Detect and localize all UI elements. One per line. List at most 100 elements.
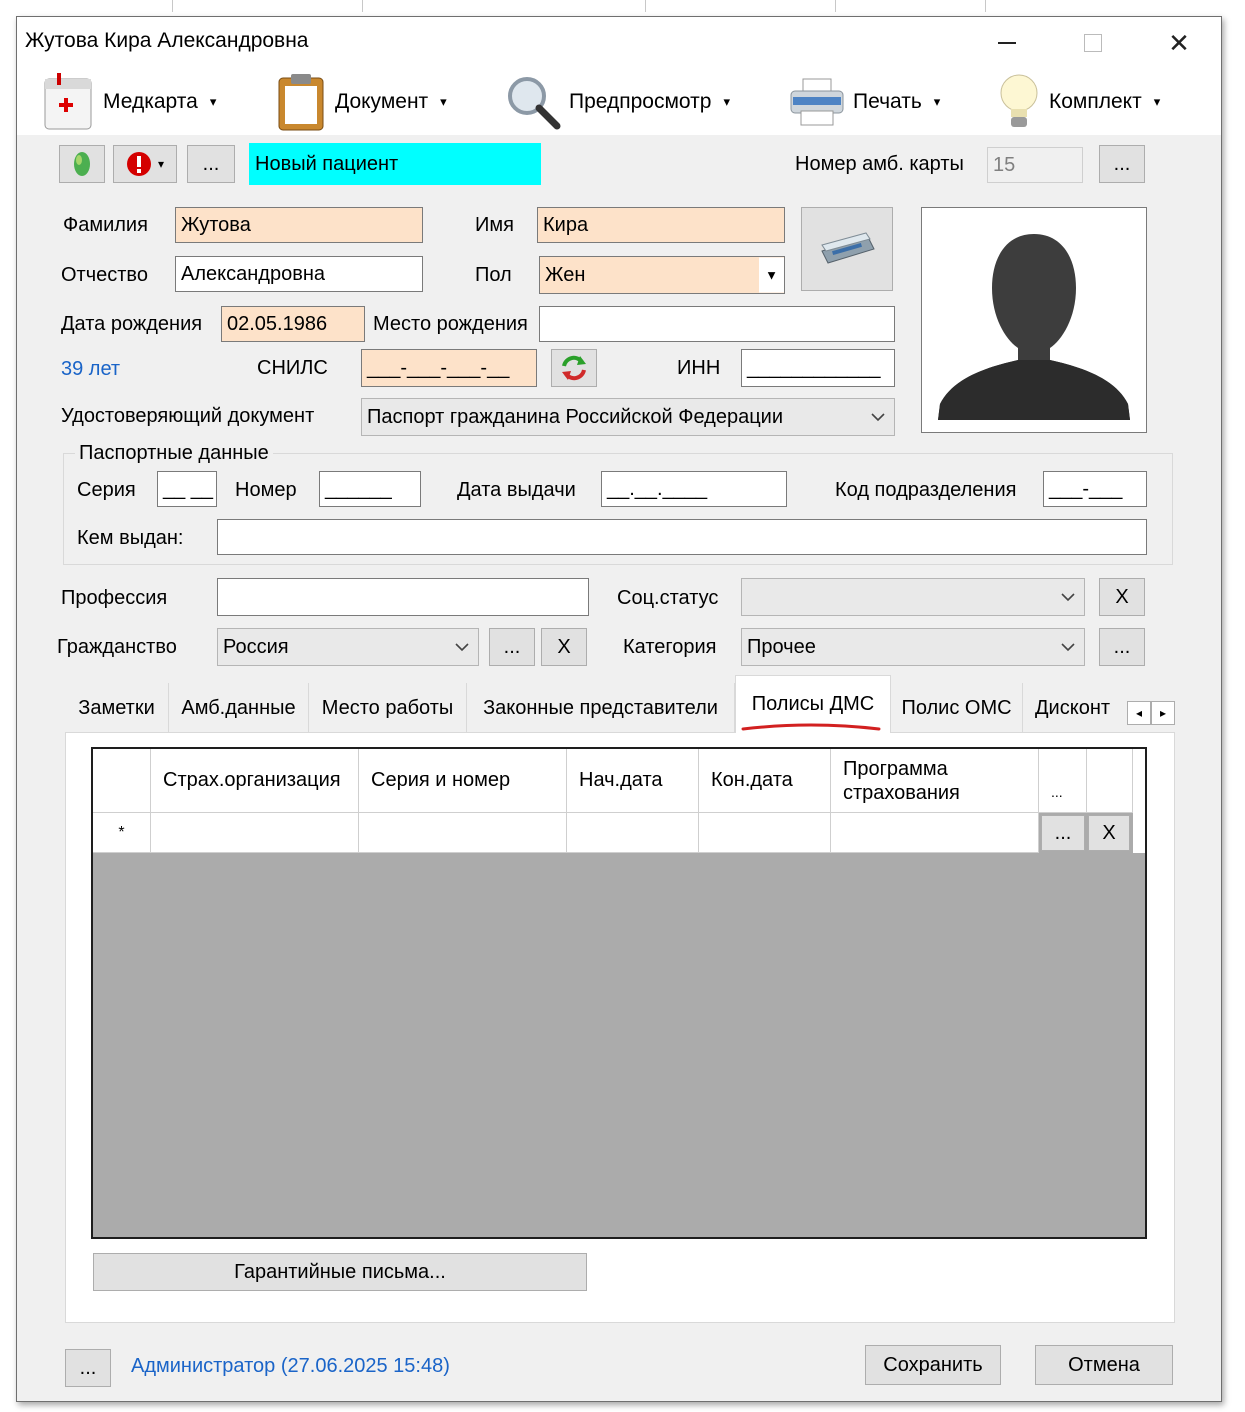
patient-card-window: Жутова Кира Александровна ✕ Медкарта ▾ Д… — [16, 16, 1222, 1402]
passport-series-label: Серия — [77, 479, 136, 501]
close-icon: ✕ — [1168, 27, 1190, 58]
passport-series-field[interactable]: __ __ — [157, 471, 217, 507]
alert-icon — [126, 152, 151, 176]
category-value: Прочее — [747, 635, 816, 658]
user-stamp: Администратор (27.06.2025 15:48) — [131, 1355, 450, 1377]
passport-group-label: Паспортные данные — [75, 442, 273, 465]
tab-scroll-left-button[interactable]: ◂ — [1127, 701, 1151, 725]
category-select[interactable]: Прочее — [741, 628, 1085, 666]
status-field: Новый пациент — [249, 143, 541, 185]
citizenship-ellipsis-button[interactable]: ... — [489, 628, 535, 666]
chevron-down-icon: ▾ — [723, 94, 730, 109]
column-header-start-date[interactable]: Нач.дата — [567, 749, 699, 813]
lastname-field[interactable]: Жутова — [175, 207, 423, 243]
card-number-field[interactable]: 15 — [987, 147, 1083, 183]
social-status-label: Соц.статус — [617, 587, 719, 609]
new-row-program-cell[interactable] — [831, 813, 1039, 853]
column-header-insurance-program[interactable]: Программа страхования — [831, 749, 1039, 813]
dept-code-field[interactable]: ___-___ — [1043, 471, 1147, 507]
print-menu-button[interactable]: Печать ▾ — [789, 69, 940, 135]
chevron-down-icon: ▾ — [440, 94, 447, 109]
new-row-marker[interactable]: * — [93, 813, 151, 853]
profession-field[interactable] — [217, 578, 589, 616]
leaf-icon — [74, 152, 90, 176]
citizenship-label: Гражданство — [57, 636, 177, 658]
guarantee-letters-button[interactable]: Гарантийные письма... — [93, 1253, 587, 1291]
birthdate-field[interactable]: 02.05.1986 — [221, 306, 365, 342]
citizenship-clear-button[interactable]: X — [541, 628, 587, 666]
tab-notes[interactable]: Заметки — [65, 683, 169, 733]
new-row-series-number-cell[interactable] — [359, 813, 567, 853]
tab-legal-representatives[interactable]: Законные представители — [467, 683, 735, 733]
refresh-icon — [562, 355, 586, 381]
scanner-icon — [821, 232, 875, 264]
citizenship-select[interactable]: Россия — [217, 628, 479, 666]
preview-menu-button[interactable]: Предпросмотр ▾ — [505, 69, 730, 135]
tab-workplace[interactable]: Место работы — [309, 683, 467, 733]
dept-code-label: Код подразделения — [835, 479, 1017, 501]
profession-label: Профессия — [61, 587, 168, 609]
firstname-label: Имя — [475, 214, 514, 236]
social-status-clear-button[interactable]: X — [1099, 578, 1145, 616]
new-row-start-date-cell[interactable] — [567, 813, 699, 853]
medcard-menu-button[interactable]: Медкарта ▾ — [43, 69, 216, 135]
medcard-icon — [44, 73, 92, 130]
window-title: Жутова Кира Александровна — [25, 29, 309, 52]
snils-field[interactable]: ___-___-___-__ — [361, 349, 537, 387]
tab-discount[interactable]: Дисконт — [1023, 683, 1129, 733]
close-button[interactable]: ✕ — [1159, 25, 1199, 61]
scan-document-button[interactable] — [801, 207, 893, 291]
alert-dropdown-button[interactable]: ▾ — [113, 145, 177, 183]
issue-date-field[interactable]: __.__.____ — [601, 471, 787, 507]
firstname-field[interactable]: Кира — [537, 207, 785, 243]
cancel-button[interactable]: Отмена — [1035, 1345, 1173, 1385]
category-ellipsis-button[interactable]: ... — [1099, 628, 1145, 666]
new-row-delete-button[interactable]: X — [1088, 815, 1130, 851]
new-row-ellipsis-button[interactable]: ... — [1041, 815, 1085, 851]
passport-number-field[interactable]: ______ — [319, 471, 421, 507]
document-label: Документ — [335, 90, 429, 113]
footer-ellipsis-button[interactable]: ... — [65, 1349, 111, 1387]
snils-label: СНИЛС — [257, 357, 328, 379]
card-number-button[interactable]: ... — [1099, 145, 1145, 183]
column-header-end-date[interactable]: Кон.дата — [699, 749, 831, 813]
tab-scroll-right-button[interactable]: ▸ — [1151, 701, 1175, 725]
patient-photo[interactable] — [921, 207, 1147, 433]
id-document-select[interactable]: Паспорт гражданина Российской Федерации — [361, 398, 895, 436]
tab-oms-policy[interactable]: Полис ОМС — [891, 683, 1023, 733]
citizenship-value: Россия — [223, 635, 289, 658]
social-status-select[interactable] — [741, 578, 1085, 616]
minimize-button[interactable] — [987, 25, 1027, 61]
preview-label: Предпросмотр — [569, 90, 712, 113]
dms-policies-grid: Страх.организация Серия и номер Нач.дата… — [91, 747, 1147, 1239]
patient-status-button[interactable] — [59, 145, 105, 183]
gender-value: Жен — [545, 263, 586, 286]
snils-refresh-button[interactable] — [551, 349, 597, 387]
column-header-ellipsis[interactable]: ... — [1039, 749, 1087, 813]
patronymic-label: Отчество — [61, 264, 148, 286]
column-header-insurer[interactable]: Страх.организация — [151, 749, 359, 813]
gender-select[interactable]: Жен ▼ — [539, 256, 785, 294]
maximize-button[interactable] — [1073, 25, 1113, 61]
inn-field[interactable]: ____________ — [741, 349, 895, 387]
toolbar: Медкарта ▾ Документ ▾ Предпросмотр ▾ Печ… — [17, 69, 1221, 135]
new-row-insurer-cell[interactable] — [151, 813, 359, 853]
patronymic-field[interactable]: Александровна — [175, 256, 423, 292]
maximize-icon — [1084, 34, 1102, 52]
user-silhouette-icon — [938, 234, 1130, 420]
header-ellipsis-button[interactable]: ... — [187, 145, 235, 183]
id-document-label: Удостоверяющий документ — [61, 405, 315, 427]
print-label: Печать — [853, 90, 922, 113]
birthplace-field[interactable] — [539, 306, 895, 342]
chevron-down-icon: ▾ — [1153, 94, 1161, 109]
new-row-end-date-cell[interactable] — [699, 813, 831, 853]
document-menu-button[interactable]: Документ ▾ — [275, 69, 447, 135]
tab-amb-data[interactable]: Амб.данные — [169, 683, 309, 733]
save-button[interactable]: Сохранить — [865, 1345, 1001, 1385]
column-header-series-number[interactable]: Серия и номер — [359, 749, 567, 813]
kit-menu-button[interactable]: Комплект ▾ — [997, 69, 1160, 135]
clipboard-icon — [278, 74, 324, 131]
issued-by-field[interactable] — [217, 519, 1147, 555]
issued-by-label: Кем выдан: — [77, 527, 184, 549]
printer-icon — [790, 78, 844, 126]
